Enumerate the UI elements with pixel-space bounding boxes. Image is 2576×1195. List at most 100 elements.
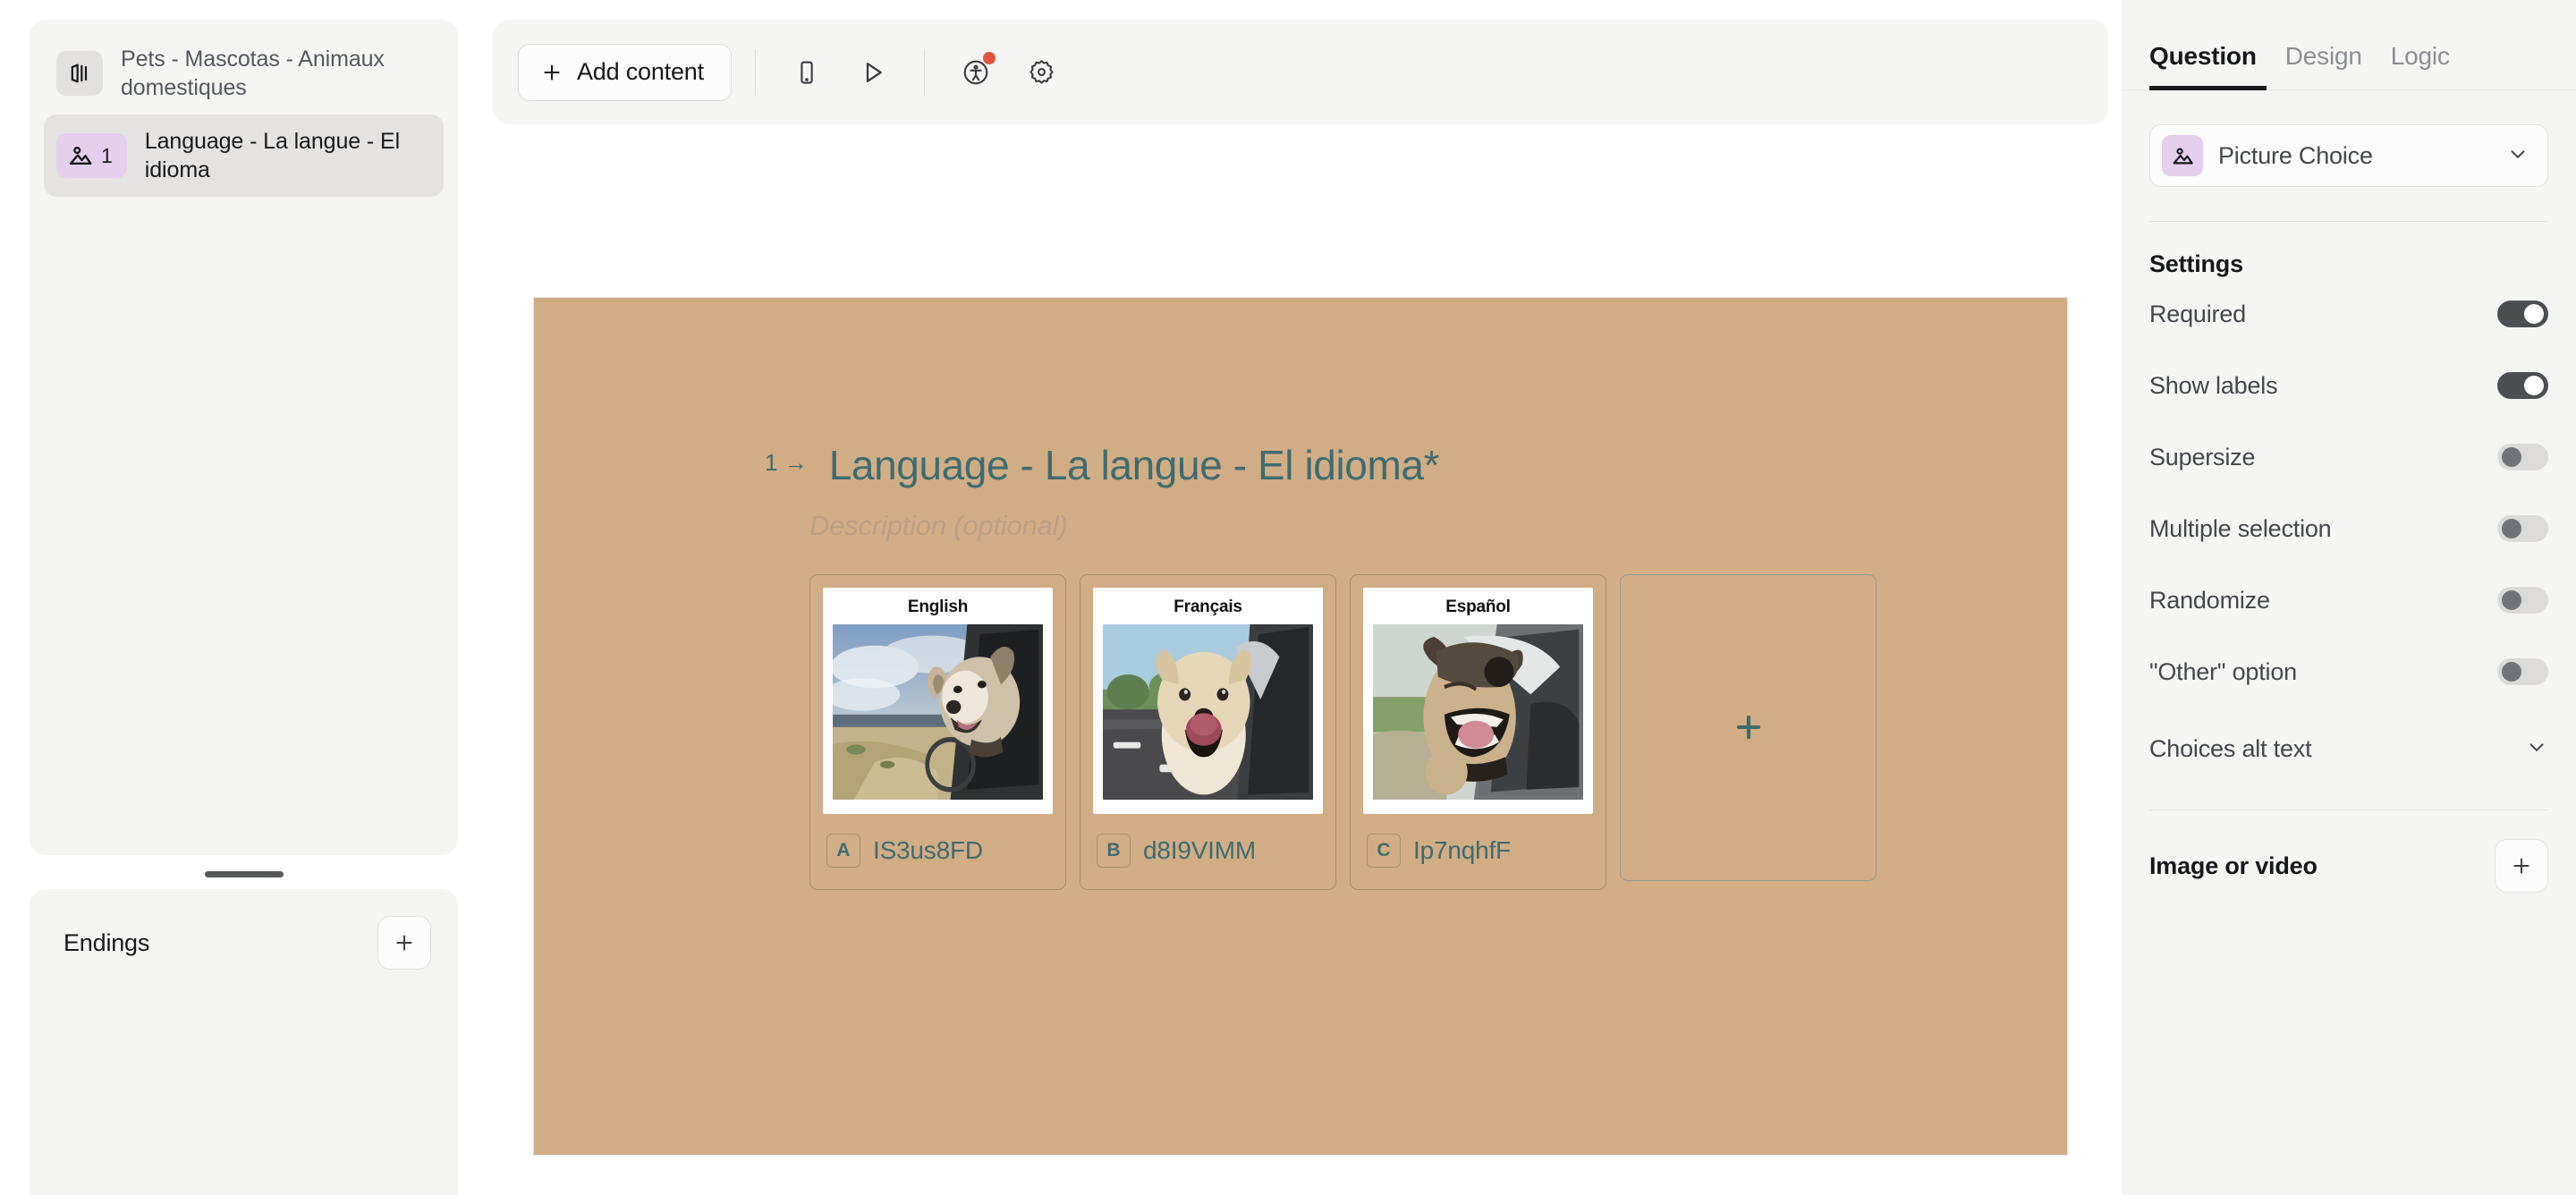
question-settings-panel: Question Design Logic Picture Choice Set… [2122,0,2576,1195]
choice-card-a[interactable]: English A IS3us8FD [809,573,1066,890]
setting-label: Show labels [2149,371,2278,399]
toggle-multiple-selection[interactable] [2497,515,2548,542]
choices-alt-text-label: Choices alt text [2149,734,2312,762]
toggle-show-labels[interactable] [2497,372,2548,399]
setting-label: Supersize [2149,443,2256,470]
choice-image-frame: Français [1093,587,1323,814]
drag-handle-bar [204,870,284,877]
form-builder-app: Pets - Mascotas - Animaux domestiques 1 … [0,0,2576,1195]
question-description-placeholder[interactable]: Description (optional) [809,510,1954,542]
picture-choice-icon: 1 [56,133,127,178]
choice-footer: B d8I9VIMM [1093,814,1323,889]
sidebar-item-language[interactable]: 1 Language - La langue - El idioma [44,114,444,197]
sidebar-item-badge-count: 1 [101,143,113,167]
endings-panel: Endings [30,889,458,1195]
play-preview-icon[interactable] [845,45,901,100]
form-preview-canvas: 1 → Language - La langue - El idioma* De… [534,298,2067,1155]
accessibility-icon[interactable] [948,45,1004,100]
panel-divider [2149,809,2548,810]
question-number-value: 1 [765,449,778,476]
panel-tabs: Question Design Logic [2122,0,2576,90]
tab-question[interactable]: Question [2149,42,2257,89]
setting-required: Required [2149,278,2548,350]
choice-grid: English A IS3us8FD Français B d8I9VIMM E… [809,573,1954,890]
choice-photo-a [833,623,1043,800]
choice-image-caption: Español [1445,597,1511,616]
panel-divider [2149,221,2548,222]
endings-title: Endings [64,928,150,956]
endings-header: Endings [30,889,458,970]
toolbar-divider [923,48,925,96]
setting-show-labels: Show labels [2149,350,2548,421]
setting-randomize: Randomize [2149,564,2548,636]
sidebar-item-label: Pets - Mascotas - Animaux domestiques [121,47,385,100]
choice-image-caption: English [907,597,969,616]
choice-footer: C Ip7nqhfF [1363,814,1593,889]
chevron-down-icon [2525,735,2548,763]
question-number: 1 → [765,449,808,477]
tab-logic[interactable]: Logic [2391,42,2450,89]
setting-label: "Other" option [2149,657,2297,685]
choice-photo-c [1373,623,1583,800]
toggle-required[interactable] [2497,301,2548,327]
settings-gear-icon[interactable] [1014,45,1070,100]
choices-alt-text-accordion[interactable]: Choices alt text [2149,722,2548,775]
question-type-select[interactable]: Picture Choice [2149,124,2548,187]
setting-supersize: Supersize [2149,421,2548,493]
choice-letter-badge: B [1097,833,1131,868]
choice-label-text[interactable]: d8I9VIMM [1143,836,1256,865]
image-or-video-row: Image or video [2149,837,2548,894]
add-choice-card[interactable] [1620,573,1877,881]
choice-label-text[interactable]: IS3us8FD [873,836,983,865]
choice-letter-badge: C [1367,833,1401,868]
toggle-other-option[interactable] [2497,658,2548,685]
choice-label-text[interactable]: Ip7nqhfF [1413,836,1511,865]
toggle-knob [2524,304,2544,324]
question-title[interactable]: Language - La langue - El idioma* [829,443,1440,488]
plus-icon [1736,715,1760,740]
choice-letter-badge: A [826,833,860,868]
plus-icon [2513,858,2529,874]
toggle-knob [2502,590,2521,610]
choice-card-b[interactable]: Français B d8I9VIMM [1080,573,1336,890]
picture-choice-icon [2162,135,2203,176]
image-or-video-label: Image or video [2149,852,2318,879]
settings-heading: Settings [2149,250,2243,277]
choice-photo-b [1103,623,1313,800]
add-media-button[interactable] [2495,839,2548,893]
toggle-knob [2502,447,2521,467]
editor-toolbar: Add content [493,20,2108,124]
setting-multiple-selection: Multiple selection [2149,493,2548,564]
sidebar-item-label: Language - La langue - El idioma [144,129,401,182]
setting-label: Multiple selection [2149,514,2332,542]
toggle-knob [2502,662,2521,682]
add-content-button[interactable]: Add content [518,43,732,101]
content-list-panel: Pets - Mascotas - Animaux domestiques 1 … [30,20,458,855]
add-ending-button[interactable] [377,916,431,970]
choice-image-caption: Français [1174,597,1242,616]
toggle-knob [2502,519,2521,538]
sidebar-item-pets[interactable]: Pets - Mascotas - Animaux domestiques [44,32,444,114]
notification-dot [982,51,996,64]
chevron-down-icon [2506,142,2529,170]
question-block: 1 → Language - La langue - El idioma* De… [765,443,1954,890]
mobile-preview-icon[interactable] [779,45,835,100]
choice-image-frame: Español [1363,587,1593,814]
setting-label: Required [2149,300,2246,327]
choice-card-c[interactable]: Español C Ip7nqhfF [1350,573,1606,890]
add-content-label: Add content [577,58,704,85]
toolbar-divider [754,48,756,96]
setting-label: Randomize [2149,586,2270,614]
toggle-knob [2524,376,2544,395]
toggle-supersize[interactable] [2497,444,2548,470]
panel-resize-handle[interactable] [30,862,458,886]
setting-other-option: "Other" option [2149,636,2548,708]
toggle-randomize[interactable] [2497,587,2548,614]
question-arrow-icon: → [784,449,808,476]
choice-footer: A IS3us8FD [823,814,1053,889]
question-type-label: Picture Choice [2218,141,2373,169]
left-sidebar: Pets - Mascotas - Animaux domestiques 1 … [30,20,458,1195]
tab-design[interactable]: Design [2285,42,2362,89]
plus-icon [544,64,560,81]
card-slideshow-icon [56,51,103,96]
